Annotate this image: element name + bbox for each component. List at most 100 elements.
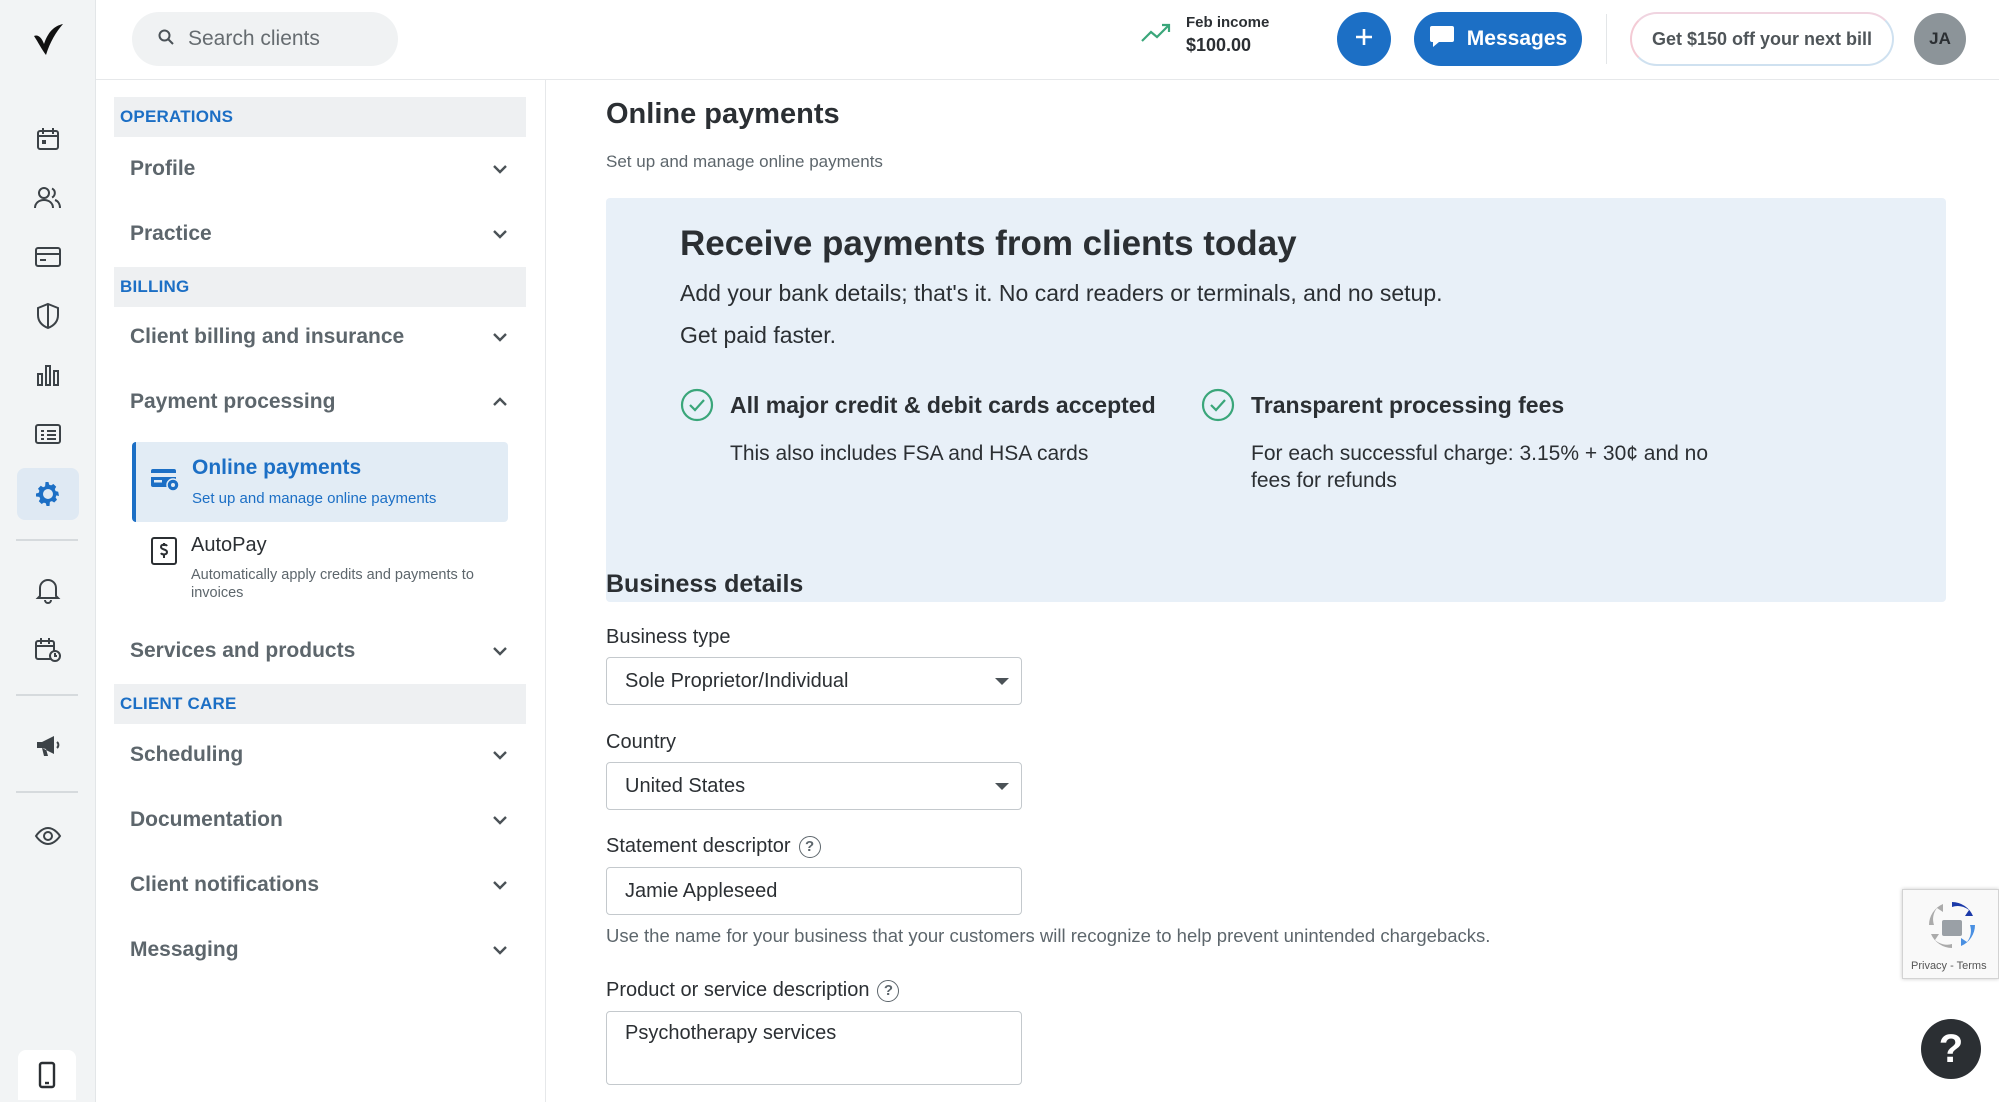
feature-title: All major credit & debit cards accepted bbox=[730, 392, 1156, 418]
nav-item-label: Services and products bbox=[130, 639, 356, 662]
nav-item-label: Client notifications bbox=[130, 873, 319, 896]
help-circle-icon[interactable]: ? bbox=[877, 979, 900, 1002]
dollar-doc-icon bbox=[150, 536, 178, 571]
sub-item-desc: Automatically apply credits and payments… bbox=[191, 567, 474, 601]
analytics-icon[interactable] bbox=[17, 349, 79, 401]
card-settings-icon bbox=[150, 466, 180, 497]
eye-icon[interactable] bbox=[17, 810, 79, 862]
chevron-up-icon bbox=[493, 397, 507, 406]
search-input[interactable] bbox=[188, 27, 388, 51]
promo-button[interactable]: Get $150 off your next bill bbox=[1630, 12, 1894, 66]
calendar-clock-icon[interactable] bbox=[17, 624, 79, 676]
rail-divider bbox=[16, 694, 78, 696]
nav-item-client-billing[interactable]: Client billing and insurance bbox=[114, 311, 526, 363]
feature-desc: This also includes FSA and HSA cards bbox=[730, 442, 1089, 465]
help-button[interactable]: ? bbox=[1921, 1019, 1981, 1079]
recaptcha-icon bbox=[1925, 898, 1979, 957]
nav-item-scheduling[interactable]: Scheduling bbox=[114, 729, 526, 781]
business-type-select[interactable]: Sole Proprietor/Individual bbox=[606, 657, 1022, 705]
rail-divider bbox=[16, 791, 78, 793]
insurance-shield-icon[interactable] bbox=[17, 290, 79, 342]
section-heading-operations: OPERATIONS bbox=[114, 97, 526, 137]
income-value: $100.00 bbox=[1186, 35, 1252, 55]
add-button[interactable] bbox=[1337, 12, 1391, 66]
nav-item-label: Profile bbox=[130, 157, 196, 180]
page-title: Online payments bbox=[606, 98, 840, 130]
megaphone-icon[interactable] bbox=[17, 720, 79, 772]
sub-item-title: AutoPay bbox=[191, 534, 267, 556]
avatar[interactable]: JA bbox=[1914, 13, 1966, 65]
nav-item-label: Payment processing bbox=[130, 390, 336, 413]
trend-up-icon bbox=[1140, 22, 1172, 49]
check-circle-icon bbox=[680, 388, 714, 427]
settings-gear-icon[interactable] bbox=[17, 468, 79, 520]
nav-item-client-notifications[interactable]: Client notifications bbox=[114, 859, 526, 911]
caret-down-icon bbox=[995, 783, 1009, 790]
income-widget[interactable]: Feb income $100.00 bbox=[1140, 14, 1269, 56]
feature-desc: For each successful charge: 3.15% + 30¢ … bbox=[1251, 442, 1709, 492]
recaptcha-links[interactable]: Privacy - Terms bbox=[1911, 960, 1987, 972]
nav-item-payment-processing[interactable]: Payment processing bbox=[114, 376, 526, 428]
clients-icon[interactable] bbox=[17, 172, 79, 224]
settings-sidebar: OPERATIONS Profile Practice BILLING Clie… bbox=[96, 80, 546, 1102]
search-box[interactable] bbox=[132, 12, 398, 66]
icon-rail bbox=[0, 0, 96, 1102]
messages-button[interactable]: Messages bbox=[1414, 12, 1582, 66]
top-bar: Feb income $100.00 Messages Get $150 off… bbox=[96, 0, 1999, 80]
chevron-down-icon bbox=[493, 946, 507, 955]
chevron-down-icon bbox=[493, 751, 507, 760]
section-heading-billing: BILLING bbox=[114, 267, 526, 307]
mobile-phone-icon[interactable] bbox=[18, 1050, 76, 1100]
business-details-heading: Business details bbox=[606, 570, 804, 598]
nav-item-label: Messaging bbox=[130, 938, 239, 961]
header-divider bbox=[1606, 14, 1607, 64]
country-select[interactable]: United States bbox=[606, 762, 1022, 810]
sub-item-desc: Set up and manage online payments bbox=[192, 490, 437, 507]
sub-item-title: Online payments bbox=[192, 456, 362, 479]
country-label: Country bbox=[606, 731, 676, 754]
statement-descriptor-input[interactable] bbox=[606, 867, 1022, 915]
messages-label: Messages bbox=[1466, 27, 1568, 50]
select-value: Sole Proprietor/Individual bbox=[625, 670, 849, 692]
sub-item-online-payments[interactable]: Online payments Set up and manage online… bbox=[132, 442, 508, 522]
nav-item-label: Scheduling bbox=[130, 743, 244, 766]
plus-icon bbox=[1354, 27, 1374, 52]
chat-bubble-icon bbox=[1429, 24, 1455, 54]
income-label: Feb income bbox=[1186, 14, 1270, 31]
bell-icon[interactable] bbox=[17, 564, 79, 616]
nav-item-label: Documentation bbox=[130, 808, 283, 831]
chevron-down-icon bbox=[493, 165, 507, 174]
nav-item-profile[interactable]: Profile bbox=[114, 143, 526, 195]
chevron-down-icon bbox=[493, 647, 507, 656]
nav-item-label: Practice bbox=[130, 222, 212, 245]
nav-item-practice[interactable]: Practice bbox=[114, 208, 526, 260]
recaptcha-badge[interactable]: Privacy - Terms bbox=[1902, 889, 1999, 979]
statement-descriptor-hint: Use the name for your business that your… bbox=[606, 925, 1491, 946]
business-type-label: Business type bbox=[606, 626, 731, 649]
section-heading-client-care: CLIENT CARE bbox=[114, 684, 526, 724]
check-circle-icon bbox=[1201, 388, 1235, 427]
chevron-down-icon bbox=[493, 230, 507, 239]
nav-item-documentation[interactable]: Documentation bbox=[114, 794, 526, 846]
field-label: Country bbox=[606, 731, 677, 753]
chevron-down-icon bbox=[493, 816, 507, 825]
help-circle-icon[interactable]: ? bbox=[798, 835, 821, 858]
nav-item-services-products[interactable]: Services and products bbox=[114, 625, 526, 677]
list-icon[interactable] bbox=[17, 408, 79, 460]
field-label: Business type bbox=[606, 626, 731, 648]
product-description-input[interactable]: Psychotherapy services bbox=[606, 1011, 1022, 1085]
chevron-down-icon bbox=[493, 333, 507, 342]
select-value: United States bbox=[625, 775, 746, 797]
billing-card-icon[interactable] bbox=[17, 231, 79, 283]
promo-banner: Receive payments from clients today Add … bbox=[606, 198, 1946, 602]
calendar-icon[interactable] bbox=[17, 113, 79, 165]
sub-item-autopay[interactable]: AutoPay Automatically apply credits and … bbox=[132, 520, 508, 601]
statement-descriptor-label: Statement descriptor ? bbox=[606, 835, 821, 858]
nav-item-messaging[interactable]: Messaging bbox=[114, 924, 526, 976]
logo-icon[interactable] bbox=[30, 22, 66, 58]
banner-text: Add your bank details; that's it. No car… bbox=[680, 280, 1443, 306]
search-icon bbox=[158, 29, 174, 50]
feature-title: Transparent processing fees bbox=[1251, 392, 1565, 418]
caret-down-icon bbox=[995, 678, 1009, 685]
page-subtitle: Set up and manage online payments bbox=[606, 152, 883, 171]
